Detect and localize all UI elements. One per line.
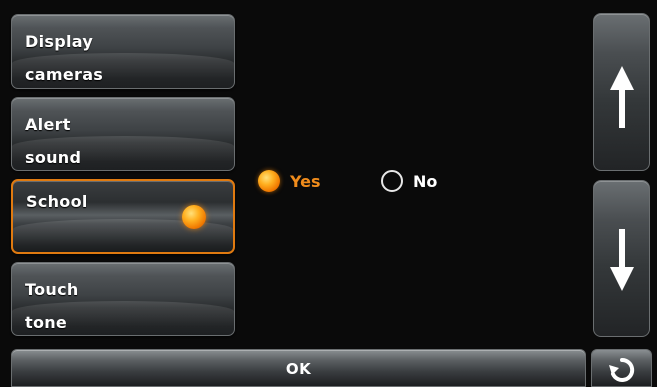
ok-button-label: OK xyxy=(285,360,312,378)
radio-unselected-icon[interactable] xyxy=(381,170,403,192)
scroll-up-button[interactable] xyxy=(593,13,650,171)
radio-label-no: No xyxy=(413,171,438,191)
radio-option-no[interactable]: No xyxy=(381,168,437,194)
menu-item-label: School xyxy=(26,192,88,211)
scroll-down-button[interactable] xyxy=(593,180,650,337)
menu-item-label: Touch tone xyxy=(25,280,79,332)
ok-button[interactable]: OK xyxy=(11,349,586,387)
menu-item-touch-tone[interactable]: Touch tone xyxy=(11,262,235,336)
radio-selected-icon[interactable] xyxy=(258,170,280,192)
active-indicator-icon xyxy=(182,205,206,229)
back-button[interactable] xyxy=(591,349,652,387)
menu-item-alert-sound[interactable]: Alert sound xyxy=(11,97,235,171)
down-arrow-icon xyxy=(610,229,634,291)
back-icon xyxy=(609,357,635,382)
radio-option-yes[interactable]: Yes xyxy=(258,168,321,194)
radio-label-yes: Yes xyxy=(290,171,321,191)
settings-screen: Display cameras Alert sound School Touch… xyxy=(0,0,657,387)
menu-item-label: Display cameras xyxy=(25,32,104,84)
up-arrow-icon xyxy=(610,66,634,128)
menu-item-display-cameras[interactable]: Display cameras xyxy=(11,14,235,89)
menu-item-label: Alert sound xyxy=(25,115,82,167)
